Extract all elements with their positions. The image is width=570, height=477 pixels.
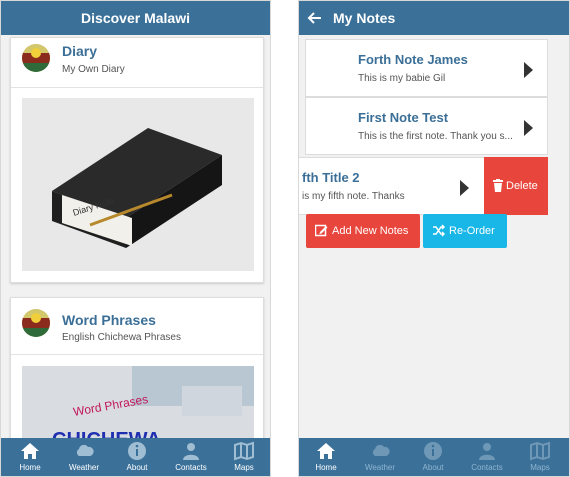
nav-contacts[interactable]: Contacts <box>460 438 514 476</box>
nav-maps[interactable]: Maps <box>217 438 270 476</box>
nav-label: Weather <box>68 463 100 472</box>
edit-icon <box>315 224 328 237</box>
note-item[interactable]: Forth Note James This is my babie Gil <box>305 39 548 97</box>
bottom-nav: Home Weather About Contacts Maps <box>1 438 270 476</box>
trash-icon <box>493 179 503 192</box>
home-icon <box>317 443 335 459</box>
nav-label: Home <box>19 463 41 472</box>
phrases-image: Word Phrases CHICHEWA <box>22 366 254 438</box>
nav-about[interactable]: About <box>110 438 164 476</box>
diary-image: Diary Note <box>22 98 254 271</box>
back-arrow-icon[interactable] <box>305 9 323 27</box>
my-notes-screen: My Notes Forth Note James This is my bab… <box>298 0 570 477</box>
malawi-avatar-icon <box>22 309 50 337</box>
discover-screen: Discover Malawi Diary My Own Diary Diary… <box>0 0 271 477</box>
nav-weather[interactable]: Weather <box>57 438 111 476</box>
cloud-icon <box>372 444 390 456</box>
nav-weather[interactable]: Weather <box>353 438 407 476</box>
header-title: Discover Malawi <box>81 10 190 26</box>
delete-button[interactable]: Delete <box>484 157 548 215</box>
note-text: This is the first note. Thank you s... <box>358 131 513 142</box>
shuffle-icon <box>433 224 445 237</box>
info-icon <box>424 442 442 460</box>
nav-label: Maps <box>530 463 550 472</box>
nav-maps[interactable]: Maps <box>513 438 567 476</box>
card-subtitle: English Chichewa Phrases <box>62 332 181 343</box>
nav-home[interactable]: Home <box>3 438 57 476</box>
person-icon <box>479 443 495 460</box>
note-item-swiped[interactable]: fth Title 2 is my fifth note. Thanks <box>299 157 487 215</box>
nav-about[interactable]: About <box>406 438 460 476</box>
bottom-nav: Home Weather About Contacts Maps <box>299 438 569 476</box>
nav-contacts[interactable]: Contacts <box>164 438 218 476</box>
reorder-button[interactable]: Re-Order <box>423 214 507 248</box>
nav-label: Contacts <box>471 463 503 472</box>
malawi-avatar-icon <box>22 44 50 72</box>
note-title: Forth Note James <box>358 52 468 67</box>
note-text: This is my babie Gil <box>358 73 446 84</box>
card-header: Word Phrases English Chichewa Phrases <box>11 298 263 355</box>
chevron-right-icon[interactable] <box>524 62 533 78</box>
cloud-icon <box>76 444 94 456</box>
home-icon <box>21 443 39 459</box>
cards-list[interactable]: Diary My Own Diary Diary Note Word Phras… <box>1 35 270 438</box>
note-item[interactable]: First Note Test This is the first note. … <box>305 97 548 155</box>
nav-label: Home <box>315 463 337 472</box>
add-new-notes-button[interactable]: Add New Notes <box>306 214 420 248</box>
card-header: Diary My Own Diary <box>11 38 263 88</box>
card-title: Diary <box>62 43 98 59</box>
add-notes-label: Add New Notes <box>332 225 409 237</box>
nav-label: About <box>126 463 148 472</box>
chichewa-image-caption: CHICHEWA <box>52 429 161 438</box>
map-icon <box>530 441 550 461</box>
note-title: First Note Test <box>358 110 449 125</box>
nav-home[interactable]: Home <box>299 438 353 476</box>
chevron-right-icon[interactable] <box>460 180 469 196</box>
nav-label: Weather <box>364 463 396 472</box>
nav-label: About <box>422 463 444 472</box>
note-text: is my fifth note. Thanks <box>302 191 405 202</box>
app-header: My Notes <box>299 1 569 35</box>
word-phrases-card[interactable]: Word Phrases English Chichewa Phrases Wo… <box>10 297 264 438</box>
card-title: Word Phrases <box>62 312 156 328</box>
delete-label: Delete <box>506 180 538 192</box>
map-icon <box>234 441 254 461</box>
header-title: My Notes <box>333 10 396 26</box>
diary-card[interactable]: Diary My Own Diary Diary Note <box>10 37 264 283</box>
info-icon <box>128 442 146 460</box>
nav-label: Maps <box>234 463 254 472</box>
app-header: Discover Malawi <box>1 1 270 35</box>
card-subtitle: My Own Diary <box>62 64 125 75</box>
nav-label: Contacts <box>175 463 207 472</box>
reorder-label: Re-Order <box>449 225 495 237</box>
chevron-right-icon[interactable] <box>524 120 533 136</box>
person-icon <box>183 443 199 460</box>
note-title: fth Title 2 <box>302 170 360 185</box>
